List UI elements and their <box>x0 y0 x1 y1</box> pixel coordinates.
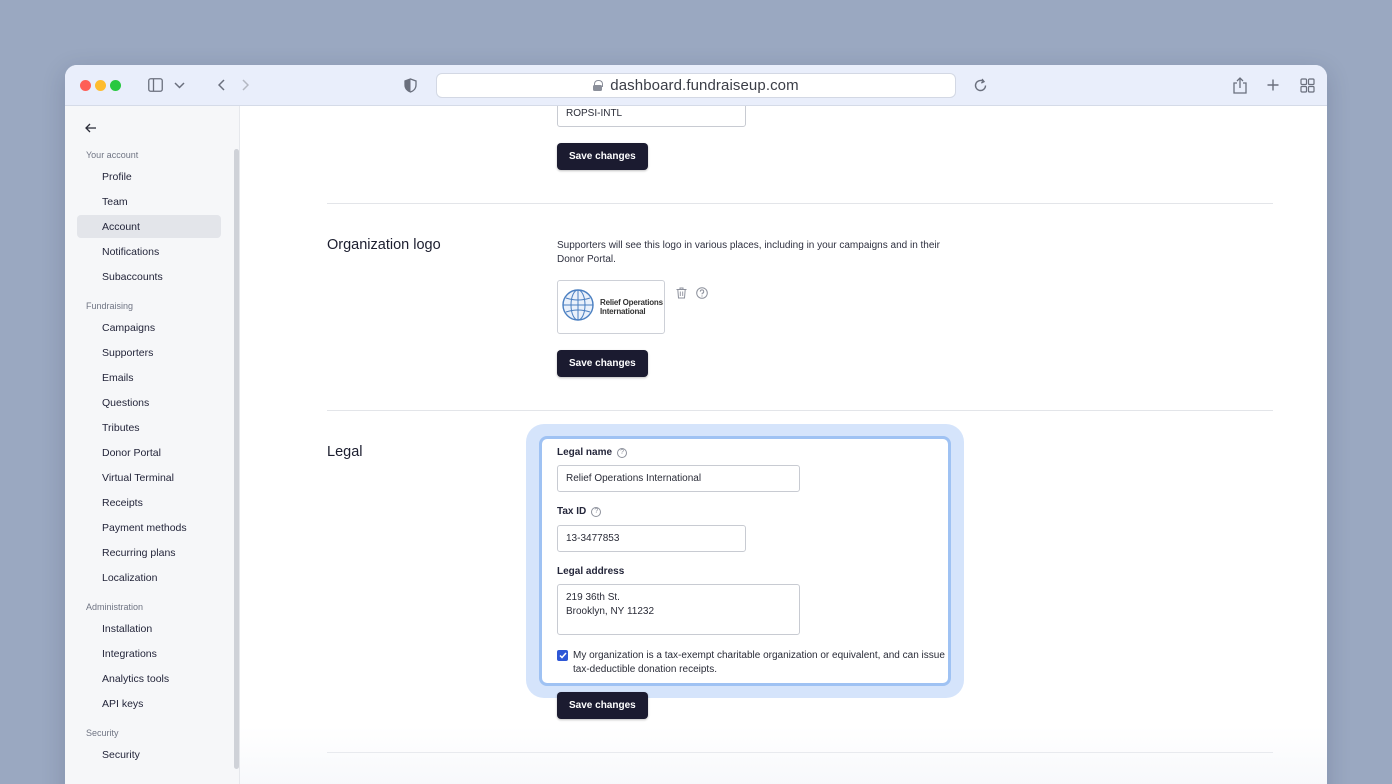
sidebar-item-receipts[interactable]: Receipts <box>77 491 221 514</box>
sidebar-item-supporters[interactable]: Supporters <box>77 341 221 364</box>
save-changes-button-logo[interactable]: Save changes <box>557 350 648 377</box>
lock-icon <box>593 80 604 91</box>
sidebar-item-profile[interactable]: Profile <box>77 165 221 188</box>
short-name-input[interactable]: ROPSI-INTL <box>557 106 746 127</box>
sidebar-item-donor-portal[interactable]: Donor Portal <box>77 441 221 464</box>
trash-icon[interactable] <box>676 286 688 299</box>
sidebar-item-team[interactable]: Team <box>77 190 221 213</box>
legal-address-textarea[interactable]: 219 36th St. Brooklyn, NY 11232 <box>557 584 800 635</box>
sidebar-item-installation[interactable]: Installation <box>77 617 221 640</box>
logo-preview[interactable]: Relief Operations International <box>557 280 665 334</box>
tax-exempt-checkbox[interactable] <box>557 650 568 661</box>
save-changes-button-legal[interactable]: Save changes <box>557 692 648 719</box>
sidebar-item-security[interactable]: Security <box>77 743 221 766</box>
sidebar-scrollbar[interactable] <box>234 149 239 769</box>
new-tab-icon[interactable] <box>1266 78 1280 92</box>
section-divider <box>327 752 1273 753</box>
tax-exempt-label: My organization is a tax-exempt charitab… <box>573 650 945 675</box>
address-bar[interactable]: dashboard.fundraiseup.com <box>436 73 956 98</box>
logo-description: Supporters will see this logo in various… <box>557 240 940 265</box>
close-window-button[interactable] <box>80 80 91 91</box>
sidebar-item-integrations[interactable]: Integrations <box>77 642 221 665</box>
tax-id-label: Tax ID ? <box>557 506 602 517</box>
legal-name-label-text: Legal name <box>557 447 613 458</box>
legal-name-input[interactable]: Relief Operations International <box>557 465 800 492</box>
section-divider <box>327 203 1273 204</box>
section-title-legal: Legal <box>327 444 363 460</box>
nav-group-fundraising: Fundraising <box>86 301 134 311</box>
sidebar-item-tributes[interactable]: Tributes <box>77 416 221 439</box>
sidebar-item-account[interactable]: Account <box>77 215 221 238</box>
forward-nav-icon[interactable] <box>239 78 251 92</box>
help-icon[interactable]: ? <box>591 506 602 517</box>
zoom-window-button[interactable] <box>110 80 121 91</box>
minimize-window-button[interactable] <box>95 80 106 91</box>
browser-window: dashboard.fundraiseup.com Your account P… <box>65 65 1327 784</box>
sidebar-item-notifications[interactable]: Notifications <box>77 240 221 263</box>
sidebar-item-api-keys[interactable]: API keys <box>77 692 221 715</box>
shield-icon[interactable] <box>403 77 417 93</box>
nav-group-security: Security <box>86 728 119 738</box>
globe-logo-icon <box>561 288 595 327</box>
chevron-down-icon[interactable] <box>173 79 185 91</box>
save-changes-button-top[interactable]: Save changes <box>557 143 648 170</box>
tax-id-input[interactable]: 13-3477853 <box>557 525 746 552</box>
url-text: dashboard.fundraiseup.com <box>610 77 799 94</box>
settings-sidebar: Your account Profile Team Account Notifi… <box>65 106 240 784</box>
reload-icon[interactable] <box>972 77 988 93</box>
sidebar-item-campaigns[interactable]: Campaigns <box>77 316 221 339</box>
sidebar-item-questions[interactable]: Questions <box>77 391 221 414</box>
sidebar-item-analytics-tools[interactable]: Analytics tools <box>77 667 221 690</box>
back-arrow-icon[interactable] <box>85 120 99 134</box>
logo-text: Relief Operations International <box>600 298 663 316</box>
nav-group-your-account: Your account <box>86 150 139 160</box>
sidebar-toggle-icon[interactable] <box>147 77 163 93</box>
sidebar-item-emails[interactable]: Emails <box>77 366 221 389</box>
main-content: ROPSI-INTL Save changes Organization log… <box>240 106 1327 784</box>
sidebar-item-recurring-plans[interactable]: Recurring plans <box>77 541 221 564</box>
back-nav-icon[interactable] <box>215 78 227 92</box>
legal-name-label: Legal name ? <box>557 447 628 458</box>
legal-address-label: Legal address <box>557 566 625 577</box>
sidebar-item-virtual-terminal[interactable]: Virtual Terminal <box>77 466 221 489</box>
help-icon[interactable] <box>696 286 708 299</box>
section-divider <box>327 410 1273 411</box>
section-title-organization-logo: Organization logo <box>327 237 441 253</box>
tax-id-label-text: Tax ID <box>557 506 587 517</box>
sidebar-item-subaccounts[interactable]: Subaccounts <box>77 265 221 288</box>
bottom-fade <box>240 726 1327 784</box>
sidebar-item-payment-methods[interactable]: Payment methods <box>77 516 221 539</box>
share-icon[interactable] <box>1232 76 1248 94</box>
nav-group-administration: Administration <box>86 602 144 612</box>
browser-toolbar: dashboard.fundraiseup.com <box>65 65 1327 106</box>
sidebar-item-localization[interactable]: Localization <box>77 566 221 589</box>
help-icon[interactable]: ? <box>617 447 628 458</box>
tab-overview-icon[interactable] <box>1299 77 1315 93</box>
